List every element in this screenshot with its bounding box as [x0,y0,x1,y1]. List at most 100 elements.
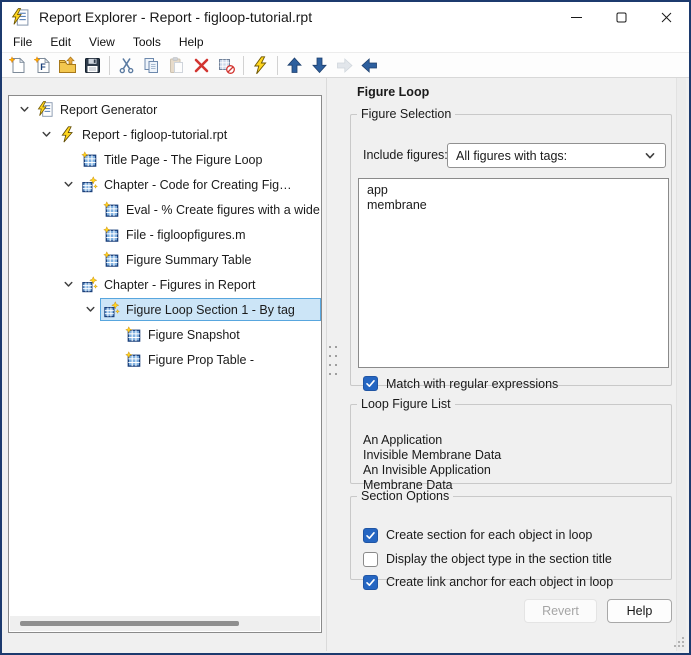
window-title: Report Explorer - Report - figloop-tutor… [39,9,312,25]
tree-item-content[interactable]: Report - figloop-tutorial.rpt [56,123,321,146]
tree-item-figure-summary-table[interactable]: Figure Summary Table [9,247,321,272]
tree-expand-chevron-icon[interactable] [59,172,78,197]
page-new-icon [8,56,27,75]
tree-item-content[interactable]: Chapter - Code for Creating Fig… [78,173,321,196]
include-figures-dropdown[interactable]: All figures with tags: [447,143,666,168]
tree-item-figure-loop-section-1-by-tag[interactable]: Figure Loop Section 1 - By tag [9,297,321,322]
option-row-create-section-for-each-object-in-loop[interactable]: Create section for each object in loop [363,527,592,543]
minimize-button[interactable] [554,2,599,32]
window-resize-grip[interactable] [672,635,686,649]
toolbar-move-left-button[interactable] [357,54,382,77]
tree-item-chapter-figures-in-report[interactable]: Chapter - Figures in Report [9,272,321,297]
report-explorer-window: Report Explorer - Report - figloop-tutor… [0,0,691,655]
toolbar-delete-button[interactable] [189,54,214,77]
tag-item-app[interactable]: app [367,183,668,198]
tree-item-figure-prop-table-no-title[interactable]: Figure Prop Table - [9,347,321,372]
toolbar-separator [277,56,278,75]
toolbar-cut-button[interactable] [114,54,139,77]
tree-item-content[interactable]: Report Generator [34,98,321,121]
tree-item-report-figloop-tutorial-rpt[interactable]: Report - figloop-tutorial.rpt [9,122,321,147]
app-icon [11,8,30,27]
tree-item-label: File - figloopfigures.m [126,228,246,242]
tags-listbox[interactable]: appmembrane [358,178,669,368]
tree-chevron-spacer [81,197,100,222]
option-row-create-link-anchor-for-each-object-in-lo[interactable]: Create link anchor for each object in lo… [363,574,613,590]
tree-expand-chevron-icon[interactable] [59,272,78,297]
regex-checkbox-row[interactable]: Match with regular expressions [363,375,558,392]
revert-button: Revert [524,599,597,623]
panel-splitter[interactable] [328,344,338,380]
save-icon [83,56,102,75]
tree-item-title-page-the-figure-loop[interactable]: Title Page - The Figure Loop [9,147,321,172]
loop-list-item-an-invisible-application: An Invisible Application [363,463,501,478]
toolbar-save-button[interactable] [80,54,105,77]
match-regular-expressions-checkbox[interactable] [363,376,378,391]
horizontal-scrollbar[interactable] [10,616,320,631]
bolt-icon [251,56,270,75]
checkmark-icon [365,530,376,541]
toolbar-generate-report-button[interactable] [248,54,273,77]
menu-edit[interactable]: Edit [41,33,80,51]
title-bar: Report Explorer - Report - figloop-tutor… [2,2,689,32]
tree-item-label: Report - figloop-tutorial.rpt [82,128,227,142]
toolbar-new-report-button[interactable] [5,54,30,77]
menu-file[interactable]: File [4,33,41,51]
tag-item-membrane[interactable]: membrane [367,198,668,213]
menu-bar: FileEditViewToolsHelp [2,32,689,53]
toolbar-copy-button[interactable] [139,54,164,77]
tree-item-file-figloopfigures-m[interactable]: File - figloopfigures.m [9,222,321,247]
tree-item-chapter-code-for-creating-fig[interactable]: Chapter - Code for Creating Fig… [9,172,321,197]
tree-expand-chevron-icon[interactable] [37,122,56,147]
chapter-icon [103,301,120,318]
toolbar-deactivate-component-button[interactable] [214,54,239,77]
component-icon [103,226,120,243]
copy-icon [142,56,161,75]
create-section-for-each-object-in-loop-checkbox[interactable] [363,528,378,543]
menu-view[interactable]: View [80,33,124,51]
tree-item-content[interactable]: File - figloopfigures.m [100,223,321,246]
tree-item-label: Title Page - The Figure Loop [104,153,262,167]
close-icon [659,10,674,25]
menu-tools[interactable]: Tools [124,33,170,51]
tree-item-eval-create-figures-with-a-wide-var[interactable]: Eval - % Create figures with a wide var… [9,197,321,222]
cut-icon [117,56,136,75]
splitter-grip-icon [328,344,338,380]
match-regular-expressions-label: Match with regular expressions [386,377,558,391]
toolbar-move-down-button[interactable] [307,54,332,77]
delete-icon [192,56,211,75]
chevron-down-icon [644,150,656,162]
panel-title: Figure Loop [357,85,429,99]
close-button[interactable] [644,2,689,32]
create-section-for-each-object-in-loop-label: Create section for each object in loop [386,528,592,542]
tree-item-selected-highlight[interactable]: Figure Loop Section 1 - By tag [100,298,321,321]
outline-tree-panel: Report Generator Report - figloop-tutoria… [8,95,322,633]
tree-item-content[interactable]: Figure Snapshot [122,323,321,346]
tree-item-label: Figure Loop Section 1 - By tag [126,303,295,317]
report-icon [59,126,76,143]
horizontal-scrollbar-thumb[interactable] [20,621,239,626]
toolbar-move-right-button [332,54,357,77]
arrow-right-icon [335,56,354,75]
toolbar-move-up-button[interactable] [282,54,307,77]
chapter-icon [81,176,98,193]
tree-item-label: Chapter - Code for Creating Fig… [104,178,292,192]
tree-item-report-generator[interactable]: Report Generator [9,97,321,122]
tree-item-content[interactable]: Figure Prop Table - [122,348,321,371]
option-row-display-the-object-type-in-the-section-t[interactable]: Display the object type in the section t… [363,551,612,567]
menu-help[interactable]: Help [170,33,213,51]
tree-item-content[interactable]: Title Page - The Figure Loop [78,148,321,171]
tree-chevron-spacer [103,347,122,372]
help-button[interactable]: Help [607,599,672,623]
tree-item-content[interactable]: Figure Summary Table [100,248,321,271]
toolbar-open-button[interactable] [55,54,80,77]
create-link-anchor-for-each-object-in-lo-label: Create link anchor for each object in lo… [386,575,613,589]
tree-item-content[interactable]: Chapter - Figures in Report [78,273,321,296]
tree-expand-chevron-icon[interactable] [15,97,34,122]
tree-item-figure-snapshot[interactable]: Figure Snapshot [9,322,321,347]
tree-item-content[interactable]: Eval - % Create figures with a wide var… [100,198,322,221]
create-link-anchor-for-each-object-in-lo-checkbox[interactable] [363,575,378,590]
maximize-button[interactable] [599,2,644,32]
tree-expand-chevron-icon[interactable] [81,297,100,322]
display-the-object-type-in-the-section-t-checkbox[interactable] [363,552,378,567]
toolbar-new-form-button[interactable] [30,54,55,77]
